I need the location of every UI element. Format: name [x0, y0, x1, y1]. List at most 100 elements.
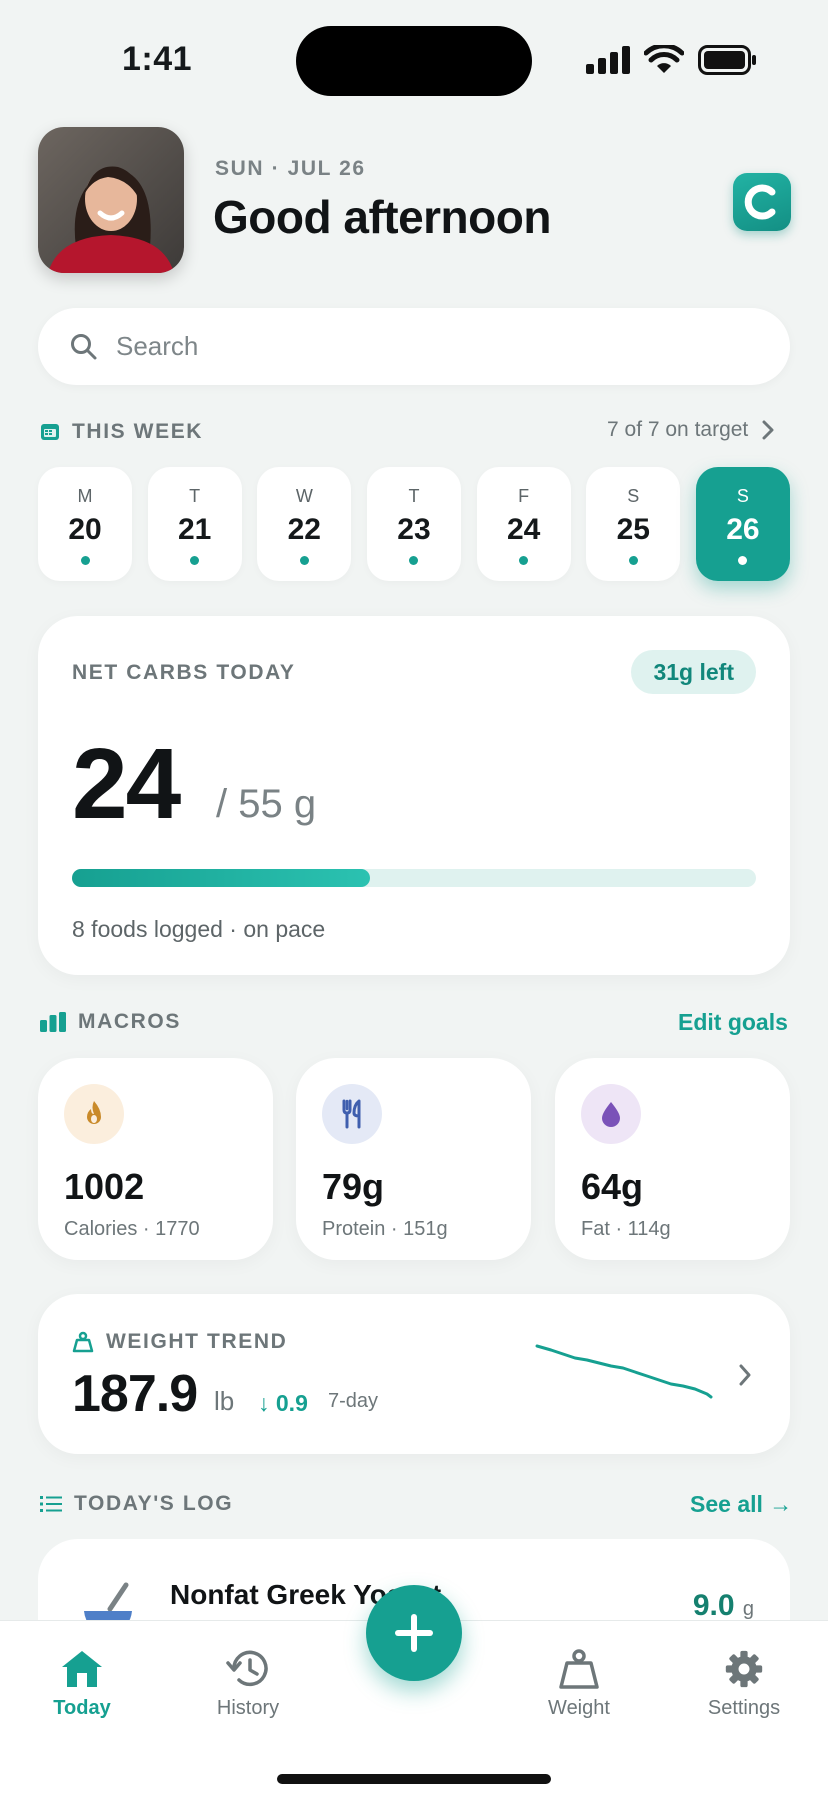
tab-today[interactable]: Today: [17, 1649, 147, 1720]
home-indicator: [277, 1774, 551, 1784]
net-carbs-card[interactable]: NET CARBS TODAY 31g left 24 / 55 g 8 foo…: [38, 616, 790, 975]
macro-card-fat[interactable]: 64g Fat · 114g: [555, 1058, 790, 1260]
list-icon: [40, 1496, 62, 1512]
macros-header: MACROS: [40, 1010, 181, 1034]
weight-unit: lb: [214, 1386, 235, 1416]
bar-chart-icon: [40, 1012, 66, 1032]
day-cell-26-selected[interactable]: S 26: [695, 467, 790, 581]
greeting-title: Good afternoon: [213, 191, 551, 243]
day-letter: T: [189, 486, 201, 506]
day-cell-24[interactable]: F 24: [476, 467, 571, 581]
see-all-link[interactable]: See all →: [690, 1491, 792, 1518]
this-week-label: THIS WEEK: [72, 420, 204, 443]
scale-weight-icon: [559, 1649, 599, 1689]
weight-period: 7-day: [328, 1390, 379, 1412]
day-letter: F: [518, 486, 530, 506]
tab-weight[interactable]: Weight: [514, 1649, 644, 1720]
gear-icon: [725, 1650, 763, 1688]
calendar-icon: [41, 424, 59, 440]
cellular-signal-icon: [586, 46, 630, 74]
day-target-dot: [190, 556, 200, 565]
tab-weight-label: Weight: [548, 1697, 610, 1719]
week-target-text: 7 of 7 on target: [607, 418, 749, 441]
carbs-subtext: 8 foods logged · on pace: [72, 916, 326, 942]
fork-knife-icon: [322, 1084, 382, 1144]
calories-goal: Calories · 1770: [64, 1218, 200, 1240]
day-number: 20: [68, 513, 102, 546]
search-icon: [71, 333, 97, 359]
log-item-qty: 9.0 g: [693, 1589, 754, 1623]
day-number: 26: [726, 513, 760, 546]
weight-trend-card[interactable]: WEIGHT TREND 187.9 lb ↓ 0.9 7-day: [38, 1294, 790, 1454]
app-logo-icon[interactable]: [733, 173, 791, 231]
battery-icon: [698, 45, 756, 75]
wifi-icon: [644, 45, 684, 73]
day-letter: M: [77, 486, 93, 506]
carbs-left-badge: 31g left: [631, 650, 756, 694]
add-food-button[interactable]: [366, 1585, 462, 1681]
day-cell-25[interactable]: S 25: [586, 467, 681, 581]
weight-trend-label: WEIGHT TREND: [106, 1330, 288, 1353]
chevron-right-icon: [762, 420, 774, 440]
macro-card-protein[interactable]: 79g Protein · 151g: [296, 1058, 531, 1260]
day-target-dot: [738, 556, 748, 565]
week-target-link[interactable]: 7 of 7 on target: [607, 418, 774, 442]
flame-icon: [64, 1084, 124, 1144]
search-input[interactable]: [116, 331, 716, 362]
day-letter: W: [295, 486, 313, 506]
search-bar[interactable]: [38, 308, 790, 385]
this-week-header: THIS WEEK: [40, 420, 203, 444]
date-label: SUN · JUL 26: [215, 157, 366, 180]
day-cell-21[interactable]: T 21: [147, 467, 242, 581]
day-number: 21: [177, 513, 212, 546]
home-icon: [62, 1651, 102, 1687]
day-target-dot: [80, 556, 90, 565]
todays-log-label: TODAY'S LOG: [74, 1492, 234, 1515]
macros-label: MACROS: [78, 1010, 181, 1033]
protein-goal: Protein · 151g: [322, 1218, 448, 1240]
day-letter: S: [736, 486, 749, 506]
calories-value: 1002: [64, 1166, 145, 1207]
day-cell-22[interactable]: W 22: [257, 467, 352, 581]
weight-sparkline: [535, 1344, 713, 1399]
status-icons: [586, 44, 758, 76]
drop-icon: [581, 1084, 641, 1144]
log-item-qty-unit: g: [742, 1598, 754, 1620]
todays-log-header: TODAY'S LOG: [40, 1492, 233, 1516]
week-strip: M 20 T 21 W 22 T 23 F 24 S 25 S 26: [38, 467, 790, 581]
tab-today-label: Today: [53, 1697, 111, 1719]
avatar[interactable]: [38, 127, 184, 273]
tab-bar: Today History Weight Settings: [0, 1585, 828, 1799]
day-number: 23: [397, 513, 431, 546]
day-cell-20[interactable]: M 20: [38, 467, 132, 581]
tab-settings[interactable]: Settings: [679, 1649, 809, 1720]
macro-card-calories[interactable]: 1002 Calories · 1770: [38, 1058, 273, 1260]
chevron-right-icon: [739, 1364, 751, 1386]
day-letter: T: [408, 486, 420, 506]
day-number: 22: [287, 513, 321, 546]
tab-history[interactable]: History: [183, 1649, 313, 1720]
status-time: 1:41: [122, 40, 193, 78]
weight-value: 187.9: [72, 1365, 198, 1423]
weight-trend-header: WEIGHT TREND: [72, 1330, 287, 1354]
day-target-dot: [628, 556, 638, 565]
weight-delta: ↓ 0.9: [258, 1390, 308, 1416]
day-target-dot: [409, 556, 419, 565]
history-clock-icon: [226, 1650, 268, 1687]
carbs-progress-fill: [72, 869, 371, 887]
fat-goal: Fat · 114g: [581, 1218, 671, 1240]
net-carbs-goal: / 55 g: [216, 782, 317, 826]
dynamic-island: [296, 26, 532, 96]
day-target-dot: [519, 556, 529, 565]
log-item-qty-value: 9.0: [692, 1589, 735, 1622]
carbs-progress-track: [72, 869, 756, 887]
day-letter: S: [627, 486, 640, 506]
tab-settings-label: Settings: [707, 1697, 781, 1719]
edit-goals-link[interactable]: Edit goals: [678, 1009, 788, 1036]
protein-value: 79g: [322, 1166, 385, 1207]
scale-weight-icon: [72, 1331, 94, 1353]
plus-icon: [395, 1614, 433, 1652]
day-cell-23[interactable]: T 23: [366, 467, 461, 581]
net-carbs-label: NET CARBS TODAY: [72, 661, 296, 684]
day-target-dot: [299, 556, 309, 565]
